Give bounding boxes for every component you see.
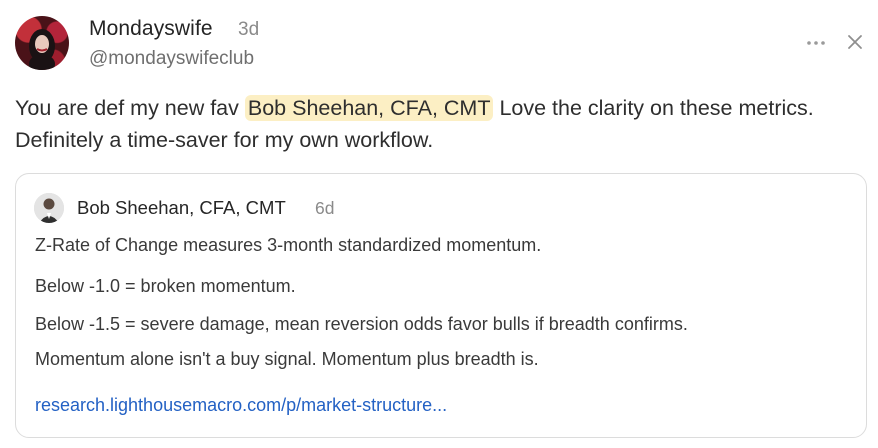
close-button[interactable] <box>843 30 867 54</box>
mention-link[interactable]: Bob Sheehan, CFA, CMT <box>244 95 494 121</box>
post-body: You are def my new fav Bob Sheehan, CFA,… <box>15 92 870 156</box>
quoted-text-line: Below -1.0 = broken momentum. <box>35 276 296 296</box>
quoted-text-line: Z-Rate of Change measures 3-month standa… <box>35 235 542 255</box>
author-name[interactable]: Mondayswife <box>89 17 213 41</box>
profile-photo-icon <box>29 29 55 70</box>
quoted-post-card[interactable]: Bob Sheehan, CFA, CMT 6d Z-Rate of Chang… <box>15 173 867 438</box>
quoted-author-name[interactable]: Bob Sheehan, CFA, CMT <box>77 197 286 219</box>
more-options-button[interactable] <box>803 30 829 56</box>
post-timestamp[interactable]: 3d <box>238 19 259 41</box>
author-avatar[interactable] <box>15 16 69 70</box>
quoted-text-line: Below -1.5 = severe damage, mean reversi… <box>35 314 688 334</box>
comment-post: Mondayswife 3d @mondayswifeclub You are … <box>0 0 878 448</box>
quoted-post-timestamp[interactable]: 6d <box>315 198 334 219</box>
profile-photo-icon <box>34 193 64 223</box>
post-text-before: You are def my new fav <box>15 96 245 120</box>
ellipsis-icon <box>807 41 825 45</box>
quoted-text-line: Momentum alone isn't a buy signal. Momen… <box>35 349 539 369</box>
close-icon <box>848 35 862 49</box>
quoted-author-avatar[interactable] <box>34 193 64 223</box>
author-handle[interactable]: @mondayswifeclub <box>89 48 254 70</box>
quoted-article-link[interactable]: research.lighthousemacro.com/p/market-st… <box>35 395 447 416</box>
